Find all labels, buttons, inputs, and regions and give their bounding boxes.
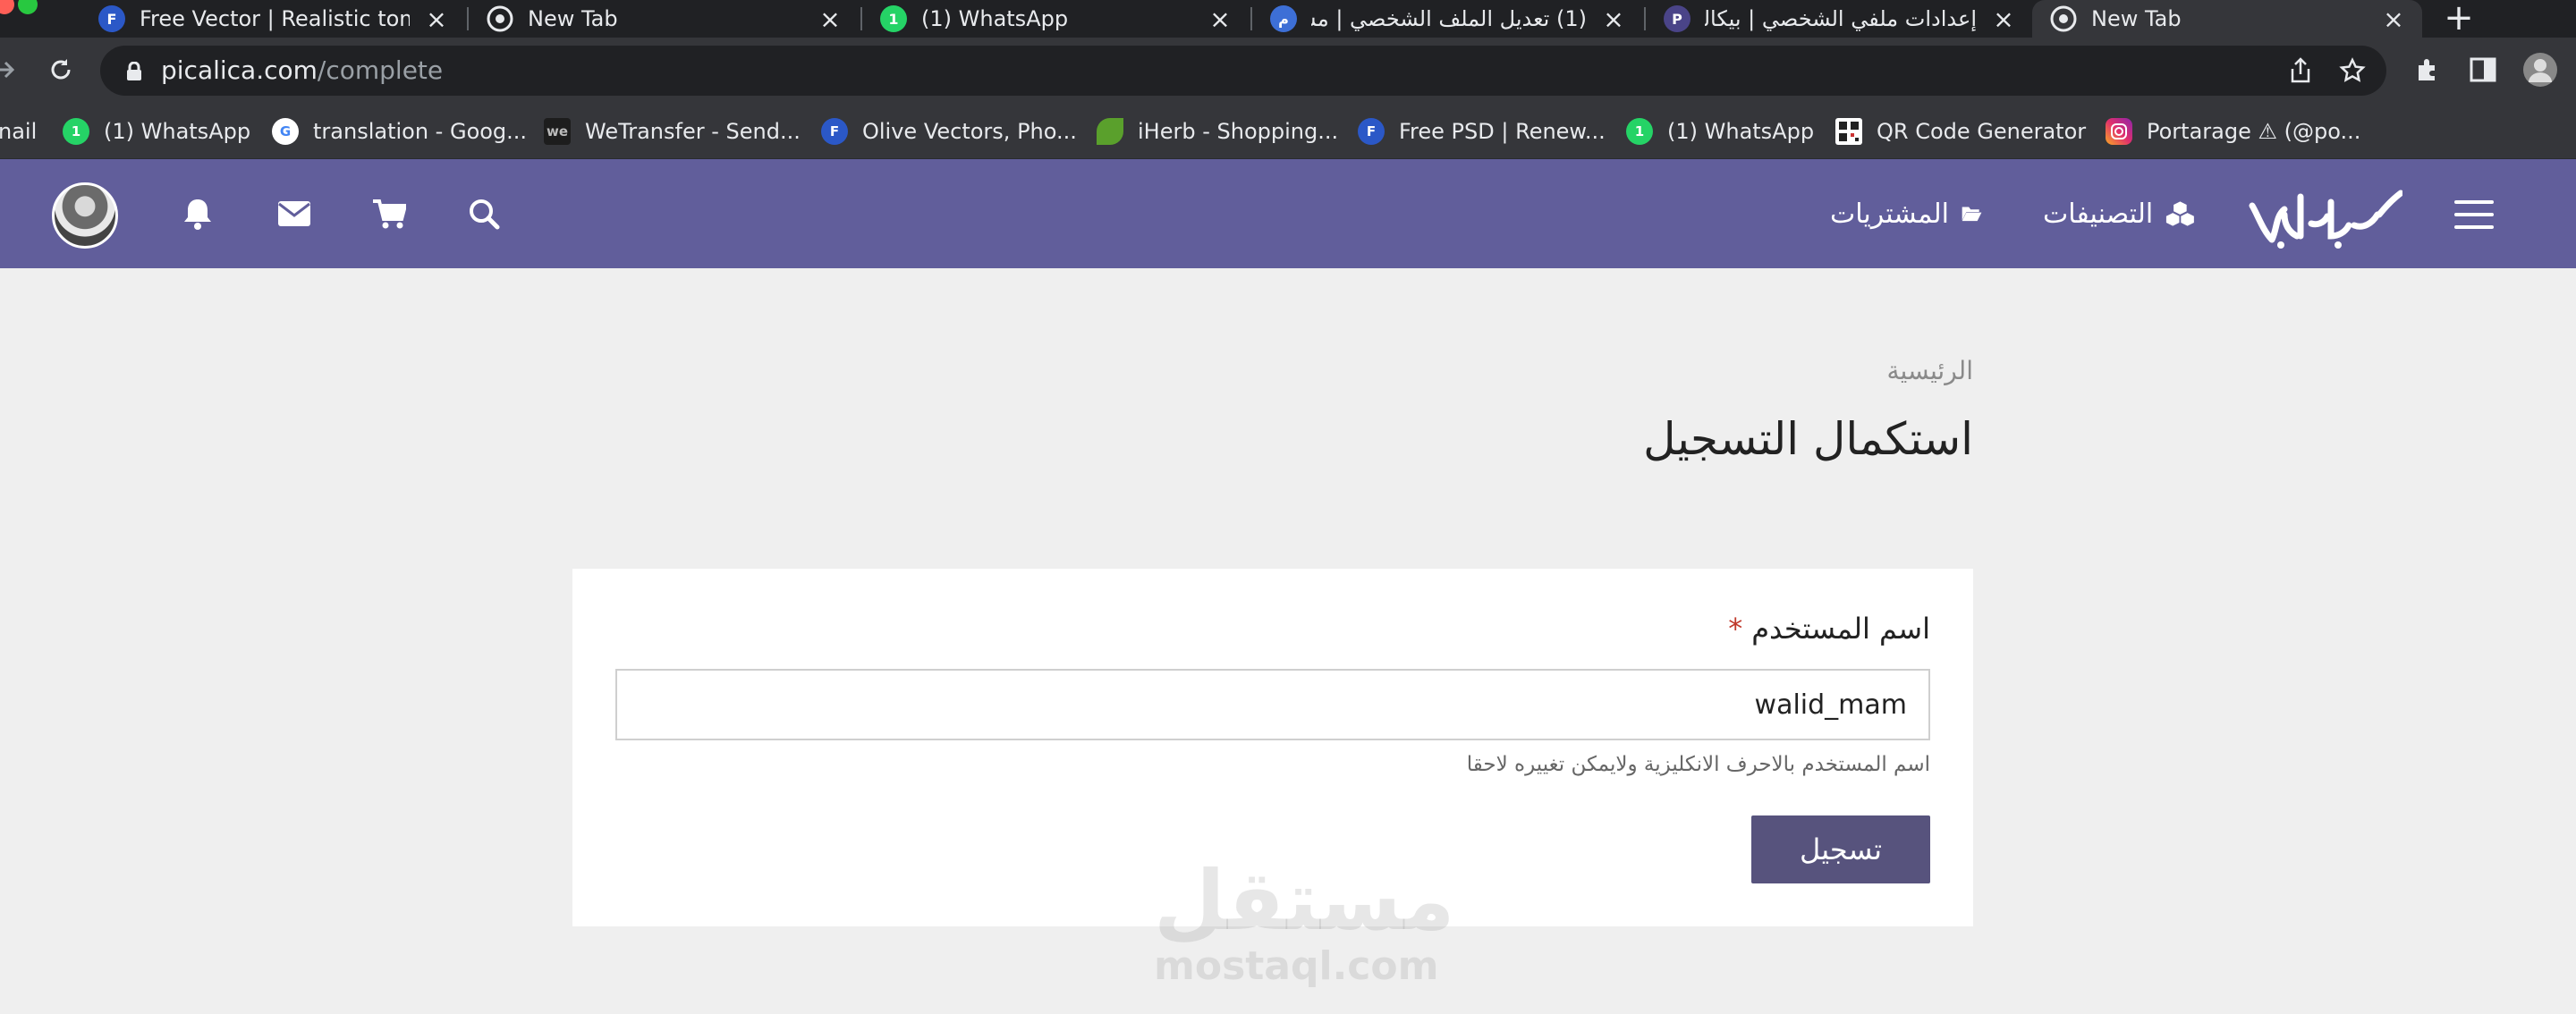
bookmark-free-psd[interactable]: F Free PSD | Renew...: [1358, 104, 1606, 159]
browser-tab-active[interactable]: New Tab ×: [2032, 0, 2422, 38]
url-text[interactable]: picalica.com/complete: [161, 46, 443, 96]
bookmark-label: Portarage ⚠ (@po...: [2147, 119, 2361, 144]
bookmark-label: (1) WhatsApp: [1667, 119, 1815, 144]
breadcrumb-home[interactable]: الرئيسية: [1887, 356, 1973, 385]
browser-tab[interactable]: 1 (1) WhatsApp ×: [862, 0, 1249, 38]
browser-tab-strip: F Free Vector | Realistic toma × New Tab…: [0, 0, 2576, 38]
url-path: /complete: [317, 55, 444, 85]
address-bar[interactable]: picalica.com/complete: [100, 46, 2386, 96]
nav-purchases[interactable]: المشتريات: [1830, 159, 1982, 268]
close-icon[interactable]: ×: [1601, 4, 1626, 34]
close-icon[interactable]: ×: [2381, 4, 2406, 34]
new-tab-button[interactable]: +: [2440, 0, 2478, 38]
bookmark-qr-generator[interactable]: QR Code Generator: [1835, 104, 2086, 159]
site-logo[interactable]: [2245, 179, 2404, 250]
nav-categories[interactable]: التصنيفات: [2043, 159, 2195, 268]
mostaql-watermark: مستقل mostaql.com: [1154, 853, 1455, 989]
register-button[interactable]: تسجيل: [1751, 815, 1930, 883]
qr-icon: [1835, 118, 1862, 145]
browser-tab[interactable]: F Free Vector | Realistic toma ×: [80, 0, 465, 38]
freepik-icon: F: [821, 118, 848, 145]
lock-icon: [127, 62, 141, 80]
browser-tab[interactable]: P إعدادات ملفي الشخصي | بيكاليكا ×: [1646, 0, 2032, 38]
tab-title: (1) WhatsApp: [921, 6, 1069, 31]
bookmark-star-icon[interactable]: [2338, 56, 2367, 85]
bookmark-whatsapp[interactable]: 1 (1) WhatsApp: [63, 104, 250, 159]
bookmark-portarage[interactable]: Portarage ⚠ (@po...: [2106, 104, 2360, 159]
extensions-icon[interactable]: [2410, 52, 2445, 88]
page-title: استكمال التسجيل: [1643, 413, 1973, 465]
bookmark-label: (1) WhatsApp: [104, 119, 251, 144]
bookmark-label: nail: [0, 119, 38, 144]
bookmark-wetransfer[interactable]: we WeTransfer - Send...: [544, 104, 801, 159]
user-avatar[interactable]: [52, 182, 118, 249]
mostaql-icon: م: [1270, 5, 1297, 32]
close-icon[interactable]: ×: [424, 4, 449, 34]
wetransfer-icon: we: [544, 118, 571, 145]
tab-title: New Tab: [528, 6, 618, 31]
bookmark-gmail[interactable]: nail: [0, 104, 37, 159]
tab-title: New Tab: [2091, 6, 2182, 31]
search-icon[interactable]: [465, 195, 503, 232]
browser-toolbar: picalica.com/complete: [0, 38, 2576, 104]
nav-categories-label: التصنيفات: [2043, 198, 2154, 230]
bookmark-label: translation - Goog...: [313, 119, 528, 144]
bookmark-label: Olive Vectors, Pho...: [862, 119, 1077, 144]
reload-icon[interactable]: [43, 52, 79, 88]
bookmark-label: iHerb - Shopping...: [1138, 119, 1339, 144]
whatsapp-icon: 1: [63, 118, 89, 145]
picalica-icon: P: [1664, 5, 1690, 32]
instagram-icon: [2106, 118, 2132, 145]
cart-icon[interactable]: [370, 195, 408, 232]
browser-tab[interactable]: م (1) تعديل الملف الشخصي | مستق ×: [1252, 0, 1642, 38]
username-label: اسم المستخدم*: [1728, 612, 1930, 646]
tab-title: (1) تعديل الملف الشخصي | مستق: [1311, 6, 1587, 31]
bookmark-whatsapp-2[interactable]: 1 (1) WhatsApp: [1626, 104, 1814, 159]
chrome-icon: [487, 5, 513, 32]
close-icon[interactable]: ×: [1208, 4, 1233, 34]
profile-avatar-icon[interactable]: [2522, 52, 2558, 88]
watermark-arabic: مستقل: [1154, 853, 1455, 949]
bookmark-olive-vectors[interactable]: F Olive Vectors, Pho...: [821, 104, 1077, 159]
cubes-icon: [2166, 201, 2195, 226]
bookmark-label: WeTransfer - Send...: [585, 119, 801, 144]
close-icon[interactable]: ×: [818, 4, 843, 34]
freepik-icon: F: [98, 5, 125, 32]
username-input[interactable]: [615, 669, 1930, 740]
whatsapp-icon: 1: [880, 5, 907, 32]
bookmark-label: QR Code Generator: [1877, 119, 2087, 144]
url-host: picalica.com: [161, 55, 318, 85]
forward-icon[interactable]: [0, 52, 23, 88]
breadcrumb[interactable]: الرئيسية: [1887, 356, 1973, 385]
folder-open-icon: [1962, 207, 1982, 222]
username-help-text: اسم المستخدم بالاحرف الانكليزية ولايمكن …: [1466, 753, 1930, 776]
hamburger-menu-icon[interactable]: [2454, 200, 2494, 229]
freepik-icon: F: [1358, 118, 1385, 145]
window-zoom-dot[interactable]: [18, 0, 38, 14]
picalica-logo-icon: [2249, 190, 2404, 249]
whatsapp-icon: 1: [1626, 118, 1653, 145]
nav-purchases-label: المشتريات: [1830, 198, 1949, 230]
tab-title: إعدادات ملفي الشخصي | بيكاليكا: [1705, 6, 1977, 31]
envelope-icon[interactable]: [275, 195, 313, 232]
tab-title: Free Vector | Realistic toma: [140, 6, 410, 31]
window-close-dot[interactable]: [0, 0, 14, 14]
watermark-latin: mostaql.com: [1154, 943, 1439, 989]
browser-tab[interactable]: New Tab ×: [469, 0, 859, 38]
share-icon[interactable]: [2286, 56, 2315, 85]
bookmark-iherb[interactable]: iHerb - Shopping...: [1097, 104, 1338, 159]
site-header: المشتريات التصنيفات: [0, 159, 2576, 268]
required-asterisk: *: [1728, 612, 1743, 646]
bell-icon[interactable]: [179, 195, 216, 232]
side-panel-icon[interactable]: [2465, 52, 2501, 88]
chrome-icon: [2050, 5, 2077, 32]
bookmark-google-translate[interactable]: G translation - Goog...: [272, 104, 527, 159]
bookmark-label: Free PSD | Renew...: [1399, 119, 1606, 144]
google-icon: G: [272, 118, 299, 145]
bookmarks-bar: nail 1 (1) WhatsApp G translation - Goog…: [0, 104, 2576, 159]
close-icon[interactable]: ×: [1991, 4, 2016, 34]
leaf-icon: [1097, 118, 1123, 145]
username-label-text: اسم المستخدم: [1751, 612, 1930, 646]
